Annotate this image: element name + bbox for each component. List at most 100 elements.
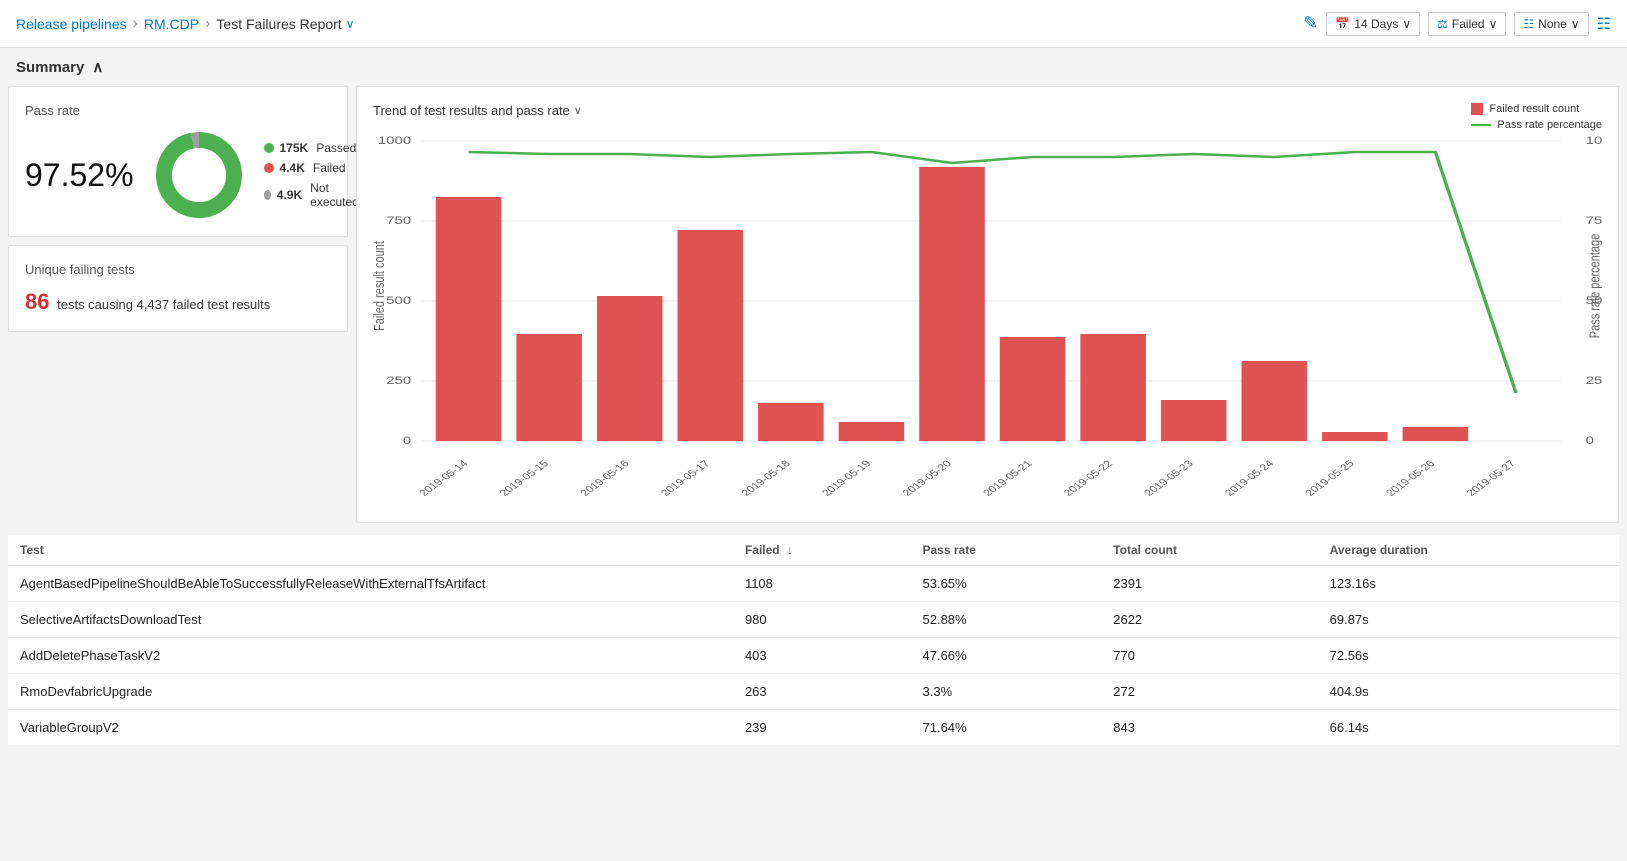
outcome-icon: ⚖ [1437, 17, 1448, 31]
legend-passed: 175K Passed [264, 141, 362, 155]
cell-pass-rate: 47.66% [911, 638, 1102, 674]
cell-failed: 263 [733, 674, 911, 710]
svg-text:1000: 1000 [378, 134, 411, 147]
pass-rate-value: 97.52% [25, 157, 134, 194]
cell-total: 2622 [1101, 602, 1317, 638]
table-row[interactable]: VariableGroupV2 239 71.64% 843 66.14s [8, 710, 1619, 746]
group-filter-btn[interactable]: ☷ None ∨ [1514, 12, 1588, 36]
cell-pass-rate: 52.88% [911, 602, 1102, 638]
chart-area: 1000 750 500 250 0 100 75 50 25 0 [373, 126, 1602, 506]
sort-icon: ↓ [787, 543, 793, 557]
breadcrumb-sep-2: › [205, 15, 210, 33]
page-content: Summary ∧ Pass rate 97.52% [0, 48, 1627, 762]
failed-dot [264, 163, 274, 173]
group-icon: ☷ [1523, 17, 1534, 31]
svg-text:2019-05-23: 2019-05-23 [1142, 459, 1196, 499]
svg-text:0: 0 [1586, 434, 1594, 447]
cell-test: VariableGroupV2 [8, 710, 733, 746]
svg-text:Failed result count: Failed result count [373, 241, 387, 331]
data-table-section: Test Failed ↓ Pass rate Total count Aver… [0, 535, 1627, 762]
bar-0 [436, 197, 502, 441]
edit-icon[interactable]: ✎ [1303, 13, 1318, 34]
svg-text:250: 250 [386, 374, 411, 387]
table-row[interactable]: RmoDevfabricUpgrade 263 3.3% 272 404.9s [8, 674, 1619, 710]
svg-text:2019-05-17: 2019-05-17 [659, 459, 713, 499]
bar-3 [678, 230, 744, 441]
svg-text:2019-05-26: 2019-05-26 [1384, 459, 1438, 499]
top-bar: Release pipelines › RM.CDP › Test Failur… [0, 0, 1627, 48]
not-executed-dot [264, 190, 271, 200]
svg-text:75: 75 [1586, 214, 1602, 227]
svg-text:2019-05-20: 2019-05-20 [900, 459, 954, 499]
svg-text:0: 0 [403, 434, 411, 447]
svg-text:2019-05-21: 2019-05-21 [981, 459, 1035, 499]
cell-avg-duration: 72.56s [1318, 638, 1619, 674]
data-table: Test Failed ↓ Pass rate Total count Aver… [8, 535, 1619, 746]
passed-dot [264, 143, 274, 153]
cell-failed: 403 [733, 638, 911, 674]
cell-failed: 239 [733, 710, 911, 746]
pass-rate-content: 97.52% [25, 130, 331, 220]
summary-header[interactable]: Summary ∧ [0, 48, 1627, 86]
cell-failed: 980 [733, 602, 911, 638]
bar-6 [919, 167, 985, 441]
bar-9 [1161, 400, 1227, 441]
chart-title[interactable]: Trend of test results and pass rate ∨ [373, 103, 1602, 118]
breadcrumb-item-2[interactable]: RM.CDP [144, 16, 199, 32]
cell-failed: 1108 [733, 566, 911, 602]
bar-5 [839, 422, 905, 441]
chart-panel: Trend of test results and pass rate ∨ Fa… [356, 86, 1619, 523]
donut-legend: 175K Passed 4.4K Failed 4.9K Not execute… [264, 141, 362, 209]
svg-text:100: 100 [1586, 134, 1602, 147]
cell-total: 770 [1101, 638, 1317, 674]
unique-count: 86 [25, 289, 49, 314]
unique-failing-panel: Unique failing tests 86 tests causing 4,… [8, 245, 348, 332]
bar-12 [1403, 427, 1469, 441]
svg-text:2019-05-22: 2019-05-22 [1061, 459, 1115, 499]
failed-rect [1471, 103, 1483, 115]
cell-test: AgentBasedPipelineShouldBeAbleToSuccessf… [8, 566, 733, 602]
legend-failed: 4.4K Failed [264, 161, 362, 175]
cell-total: 272 [1101, 674, 1317, 710]
table-row[interactable]: AgentBasedPipelineShouldBeAbleToSuccessf… [8, 566, 1619, 602]
svg-text:2019-05-16: 2019-05-16 [578, 459, 632, 499]
cell-total: 2391 [1101, 566, 1317, 602]
svg-text:2019-05-19: 2019-05-19 [820, 459, 874, 499]
cell-pass-rate: 3.3% [911, 674, 1102, 710]
breadcrumb-item-1[interactable]: Release pipelines [16, 16, 127, 32]
table-row[interactable]: SelectiveArtifactsDownloadTest 980 52.88… [8, 602, 1619, 638]
breadcrumb: Release pipelines › RM.CDP › Test Failur… [16, 15, 355, 33]
legend-failed-count: Failed result count [1471, 103, 1602, 115]
unique-description: tests causing 4,437 failed test results [57, 297, 270, 312]
cell-pass-rate: 71.64% [911, 710, 1102, 746]
cell-avg-duration: 123.16s [1318, 566, 1619, 602]
bar-11 [1322, 432, 1388, 441]
cell-avg-duration: 69.87s [1318, 602, 1619, 638]
pass-rate-title: Pass rate [25, 103, 331, 118]
bar-10 [1241, 361, 1307, 441]
cell-test: AddDeletePhaseTaskV2 [8, 638, 733, 674]
breadcrumb-item-3: Test Failures Report ∨ [216, 16, 354, 32]
svg-text:750: 750 [386, 214, 411, 227]
filter-button[interactable]: ☷ [1597, 14, 1611, 34]
svg-text:Pass rate percentage: Pass rate percentage [1586, 234, 1602, 338]
col-pass-rate: Pass rate [911, 535, 1102, 566]
cell-test: SelectiveArtifactsDownloadTest [8, 602, 733, 638]
col-test: Test [8, 535, 733, 566]
svg-text:2019-05-27: 2019-05-27 [1464, 459, 1518, 499]
summary-title: Summary [16, 59, 84, 76]
cell-avg-duration: 66.14s [1318, 710, 1619, 746]
bar-1 [516, 334, 582, 441]
col-failed: Failed ↓ [733, 535, 911, 566]
col-total: Total count [1101, 535, 1317, 566]
table-row[interactable]: AddDeletePhaseTaskV2 403 47.66% 770 72.5… [8, 638, 1619, 674]
breadcrumb-chevron-icon[interactable]: ∨ [346, 17, 355, 31]
svg-text:2019-05-25: 2019-05-25 [1303, 459, 1357, 499]
svg-text:25: 25 [1586, 374, 1602, 387]
period-filter-btn[interactable]: 📅 14 Days ∨ [1326, 12, 1420, 36]
chart-title-chevron: ∨ [574, 104, 582, 117]
outcome-filter-btn[interactable]: ⚖ Failed ∨ [1428, 12, 1506, 36]
top-right-controls: ✎ 📅 14 Days ∨ ⚖ Failed ∨ ☷ None ∨ ☷ [1303, 12, 1611, 36]
group-chevron-icon: ∨ [1571, 17, 1580, 31]
cell-pass-rate: 53.65% [911, 566, 1102, 602]
